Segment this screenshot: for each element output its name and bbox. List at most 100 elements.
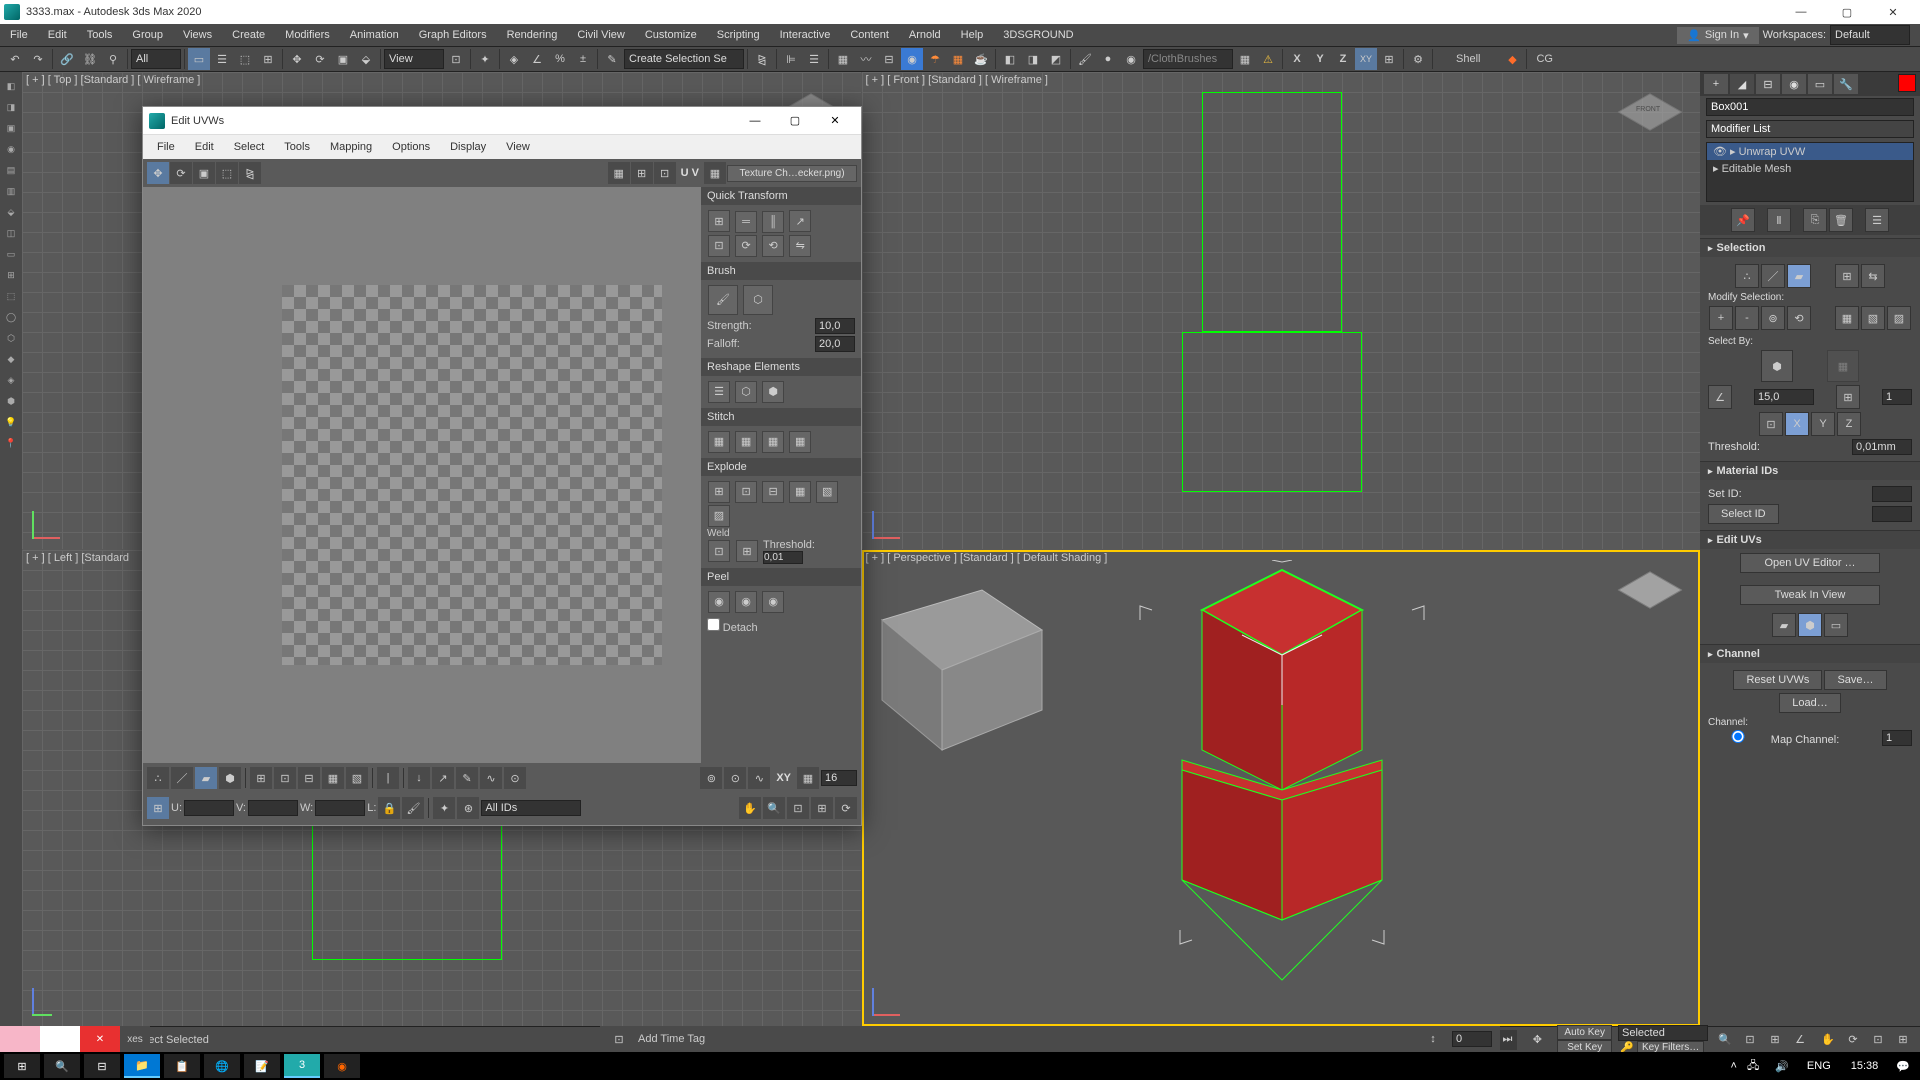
unlink-button[interactable]: ⛓ — [79, 48, 101, 70]
explode-2[interactable]: ⊡ — [735, 481, 757, 503]
uvw-zoom-region[interactable]: ⊡ — [787, 797, 809, 819]
threshold-input[interactable] — [1852, 439, 1912, 455]
modifier-unwrap-uvw[interactable]: 👁 ▸ Unwrap UVW — [1707, 143, 1913, 160]
edit-named-sel-button[interactable]: ✎ — [601, 48, 623, 70]
uvw-snap-button[interactable]: ▦ — [704, 162, 726, 184]
uvw-menu-select[interactable]: Select — [226, 141, 273, 153]
mirror-button[interactable]: ⧎ — [751, 48, 773, 70]
snap-toggle-button[interactable]: ◈ — [503, 48, 525, 70]
explode-3[interactable]: ⊟ — [762, 481, 784, 503]
ignore-backfacing-button[interactable]: ▦ — [1835, 306, 1859, 330]
uvw-brush-icon[interactable]: 🖌 — [402, 797, 424, 819]
uvw-u-input[interactable] — [184, 800, 234, 816]
selection-filter[interactable] — [131, 49, 181, 69]
numeric-icon[interactable]: ⊞ — [1836, 385, 1860, 409]
ribbon-btn-17[interactable]: 💡 — [1, 412, 21, 432]
uvw-rollout-brush[interactable]: Brush — [701, 262, 861, 280]
axis-z-button[interactable]: Z — [1332, 48, 1354, 70]
qt-align-v[interactable]: ║ — [762, 211, 784, 233]
brush-set-input[interactable] — [1143, 49, 1233, 69]
select-by-sg-icon[interactable]: ▦ — [1827, 350, 1859, 382]
menu-help[interactable]: Help — [951, 24, 994, 46]
nav-zoom-ext-icon[interactable]: ⊞ — [1764, 1029, 1786, 1051]
warning-icon[interactable]: ⚠ — [1257, 48, 1279, 70]
select-by-element-icon[interactable]: ⬢ — [1761, 350, 1793, 382]
viewport-perspective[interactable]: [ + ] [ Perspective ] [Standard ] [ Defa… — [862, 550, 1701, 1027]
tab-utilities[interactable]: 🔧 — [1834, 74, 1858, 94]
rollout-selection-head[interactable]: Selection — [1700, 239, 1920, 257]
uvw-opt-2[interactable]: ⊙ — [724, 767, 746, 789]
select-name-button[interactable]: ☰ — [211, 48, 233, 70]
nav-max-toggle-icon[interactable]: ⊡ — [1867, 1029, 1889, 1051]
uvw-rollout-quicktransform[interactable]: Quick Transform — [701, 187, 861, 205]
sphere-icon[interactable]: ● — [1097, 48, 1119, 70]
point-to-point-button[interactable]: ⊡ — [1759, 412, 1783, 436]
sel-vertex-button[interactable]: ∴ — [1735, 264, 1759, 288]
rollout-edituvs-head[interactable]: Edit UVs — [1700, 531, 1920, 549]
axis-y-sel[interactable]: Y — [1811, 412, 1835, 436]
remove-modifier-button[interactable]: 🗑 — [1829, 208, 1853, 232]
app-tab-xes[interactable]: xes — [120, 1026, 150, 1052]
uvw-opt-a[interactable]: ✦ — [433, 797, 455, 819]
uvw-zoom-sel[interactable]: ⟳ — [835, 797, 857, 819]
qt-btn-5[interactable]: ⊡ — [708, 235, 730, 257]
quick-cylindrical-button[interactable]: ▭ — [1824, 613, 1848, 637]
uvw-opt-1[interactable]: ⊚ — [700, 767, 722, 789]
menu-customize[interactable]: Customize — [635, 24, 707, 46]
uvw-zoom-extents[interactable]: ⊞ — [811, 797, 833, 819]
uvw-freeform-button[interactable]: ⬚ — [216, 162, 238, 184]
menu-scripting[interactable]: Scripting — [707, 24, 770, 46]
uvw-w-input[interactable] — [315, 800, 365, 816]
nav-zoom-all-icon[interactable]: ⊡ — [1739, 1029, 1761, 1051]
uvw-xy-label[interactable]: XY — [772, 772, 795, 784]
ribbon-btn-14[interactable]: ◆ — [1, 349, 21, 369]
pin-stack-button[interactable]: 📌 — [1731, 208, 1755, 232]
explode-1[interactable]: ⊞ — [708, 481, 730, 503]
ribbon-btn-1[interactable]: ◧ — [1, 76, 21, 96]
uvw-titlebar[interactable]: Edit UVWs — ▢ ✕ — [143, 107, 861, 135]
select-manipulate-button[interactable]: ✦ — [474, 48, 496, 70]
layers-button[interactable]: ☰ — [803, 48, 825, 70]
viewport-front[interactable]: [ + ] [ Front ] [Standard ] [ Wireframe … — [862, 72, 1701, 549]
select-by-element-button[interactable]: ▧ — [1861, 306, 1885, 330]
tray-vol-icon[interactable]: 🔊 — [1775, 1060, 1789, 1073]
peel-2[interactable]: ◉ — [735, 591, 757, 613]
weld-sel-button[interactable]: ⊡ — [708, 540, 730, 562]
tab-modify[interactable]: ◢ — [1730, 74, 1754, 94]
reshape-straighten[interactable]: ☰ — [708, 381, 730, 403]
modifier-list-dropdown[interactable] — [1706, 120, 1914, 138]
taskbar-lang[interactable]: ENG — [1807, 1060, 1831, 1072]
auto-key-button[interactable]: Auto Key — [1557, 1025, 1612, 1040]
sel-edge-button[interactable]: ／ — [1761, 264, 1785, 288]
viewcube-front[interactable]: FRONT — [1620, 82, 1680, 142]
menu-views[interactable]: Views — [173, 24, 222, 46]
tweak-in-view-button[interactable]: Tweak In View — [1740, 585, 1880, 605]
menu-civil-view[interactable]: Civil View — [567, 24, 634, 46]
sphere2-icon[interactable]: ◉ — [1120, 48, 1142, 70]
uvw-opt-b[interactable]: ⊛ — [457, 797, 479, 819]
uvw-grid-toggle[interactable]: ▦ — [797, 767, 819, 789]
nav-pan-icon[interactable]: ✋ — [1817, 1029, 1839, 1051]
uvw-menu-file[interactable]: File — [149, 141, 183, 153]
curve-editor-button[interactable]: 〰 — [855, 48, 877, 70]
menu-file[interactable]: File — [0, 24, 38, 46]
toggle-ribbon-button[interactable]: ▦ — [832, 48, 854, 70]
menu-content[interactable]: Content — [840, 24, 899, 46]
nav-zoom-icon[interactable]: 🔍 — [1714, 1029, 1736, 1051]
minimize-button[interactable]: — — [1778, 0, 1824, 24]
select-scale-button[interactable]: ▣ — [332, 48, 354, 70]
ribbon-btn-3[interactable]: ▣ — [1, 118, 21, 138]
uvw-soft-3[interactable]: ✎ — [456, 767, 478, 789]
refcoord-dropdown[interactable] — [384, 49, 444, 69]
axis-z-sel[interactable]: Z — [1837, 412, 1861, 436]
render-frame-button[interactable]: ▦ — [947, 48, 969, 70]
uvw-soft-4[interactable]: ∿ — [480, 767, 502, 789]
make-unique-button[interactable]: ⎘ — [1803, 208, 1827, 232]
goto-end-button[interactable]: ⏭ — [1497, 1030, 1517, 1050]
nav-walk-icon[interactable]: ⊞ — [1892, 1029, 1914, 1051]
shrink-button[interactable]: - — [1735, 306, 1759, 330]
signin-button[interactable]: 👤 Sign In ▾ — [1677, 27, 1758, 44]
angle-snap-button[interactable]: ∠ — [526, 48, 548, 70]
app-tab-1[interactable] — [0, 1026, 40, 1052]
stitch-1[interactable]: ▦ — [708, 431, 730, 453]
